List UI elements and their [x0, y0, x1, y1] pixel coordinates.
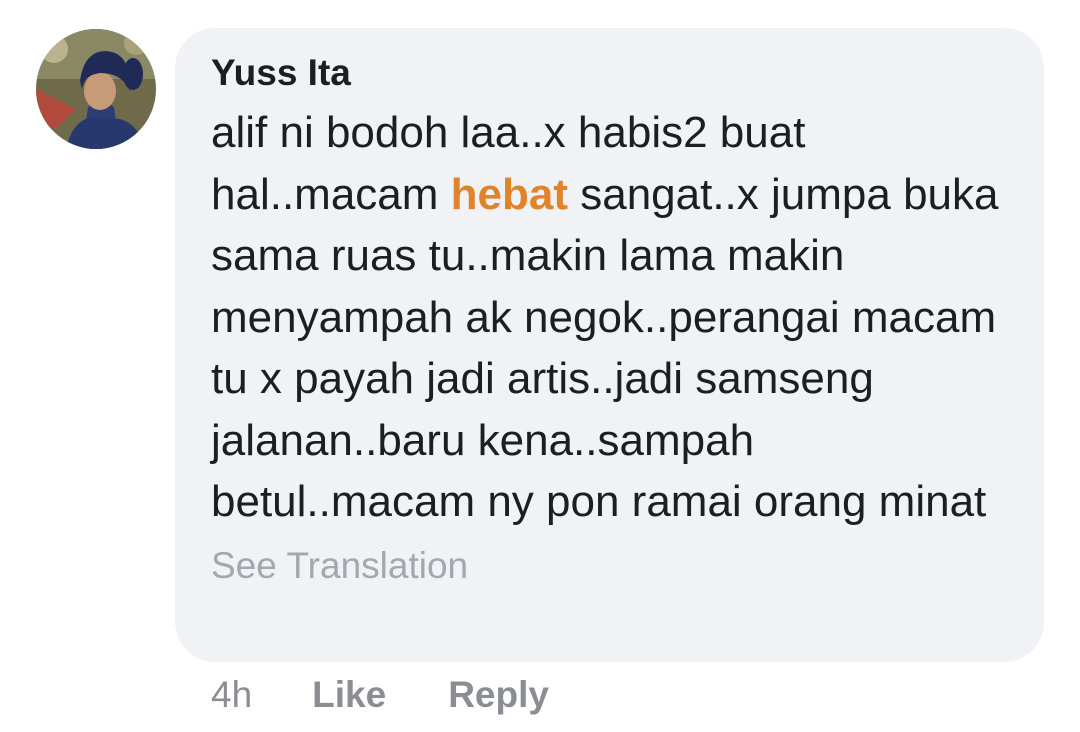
- like-button[interactable]: Like: [312, 674, 386, 716]
- see-translation-link[interactable]: See Translation: [211, 543, 468, 589]
- comment-text: alif ni bodoh laa..x habis2 buat hal..ma…: [211, 102, 1011, 533]
- comment-text-part: sangat..x jumpa buka sama ruas tu..makin…: [211, 169, 999, 527]
- comment-actions: 4h Like Reply: [211, 672, 549, 718]
- comment-timestamp: 4h: [211, 674, 253, 715]
- avatar-photo: [36, 29, 156, 149]
- comment-author[interactable]: Yuss Ita: [211, 50, 351, 96]
- comment-bubble: Yuss Ita alif ni bodoh laa..x habis2 bua…: [175, 28, 1044, 662]
- author-avatar[interactable]: [36, 29, 156, 149]
- reply-button[interactable]: Reply: [448, 674, 549, 716]
- highlighted-keyword[interactable]: hebat: [451, 170, 568, 219]
